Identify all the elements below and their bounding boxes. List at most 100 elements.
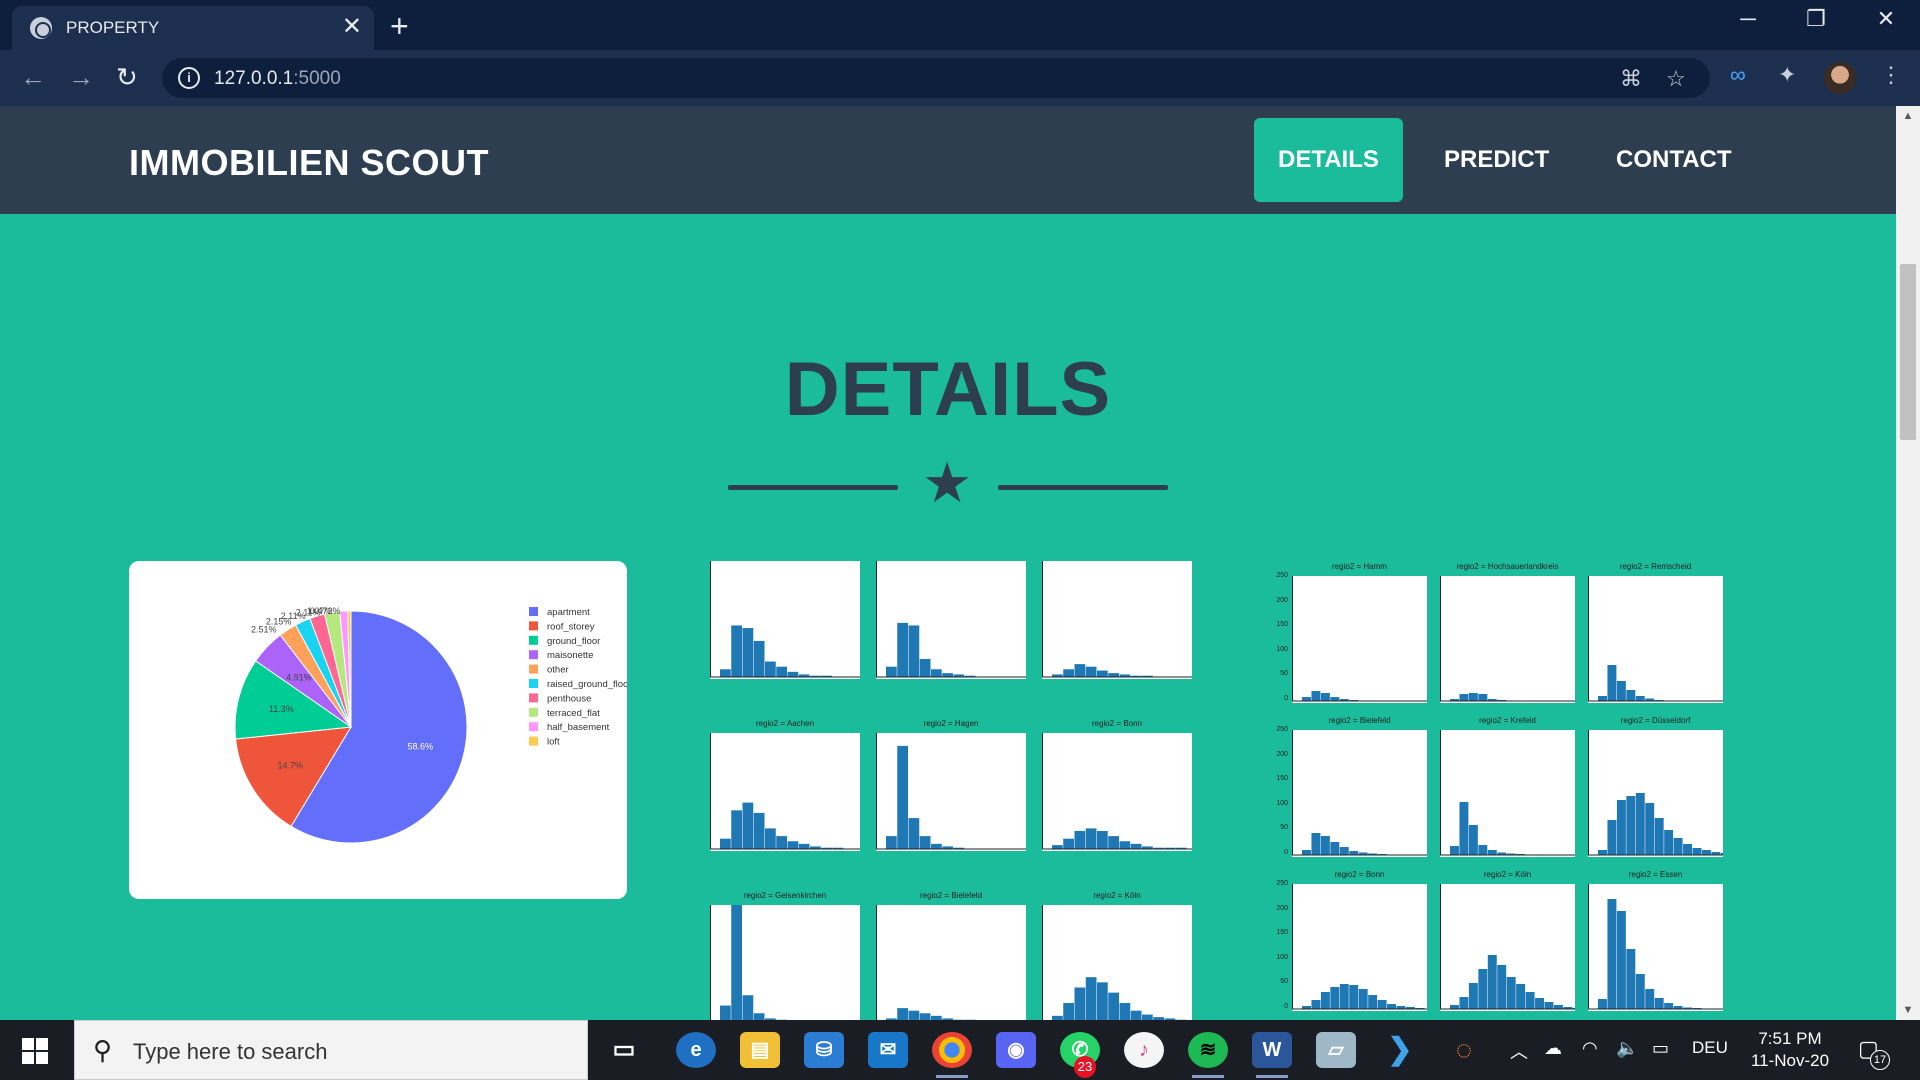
taskbar-search-input[interactable]: ⚲ Type here to search <box>74 1020 588 1080</box>
back-arrow-icon[interactable]: ← <box>20 62 46 93</box>
histogram-bar <box>1664 1003 1674 1009</box>
nav-contact[interactable]: CONTACT <box>1592 118 1756 202</box>
language-indicator[interactable]: DEU <box>1692 1038 1728 1058</box>
histogram-bar <box>886 836 897 849</box>
profile-avatar[interactable] <box>1824 62 1856 94</box>
histogram-bar <box>1302 697 1311 701</box>
histogram-bar <box>1377 1000 1387 1009</box>
histogram-bar <box>1074 830 1086 849</box>
legend-swatch <box>529 679 538 688</box>
legend-item-half_basement[interactable]: half_basement <box>547 722 610 733</box>
pie-label: 11.3% <box>269 704 294 714</box>
minimize-icon[interactable]: ─ <box>1718 6 1778 32</box>
edge-icon[interactable]: e <box>676 1032 716 1068</box>
browser-tab[interactable]: PROPERTY ✕ <box>12 6 374 50</box>
mail-icon[interactable]: ✉ <box>868 1032 908 1068</box>
bookmark-star-icon[interactable]: ☆ <box>1666 66 1686 92</box>
star-icon: ★ <box>922 451 973 514</box>
reload-icon[interactable]: ↻ <box>116 62 138 93</box>
histogram-ytick: 0 <box>1284 849 1288 856</box>
nav-details[interactable]: DETAILS <box>1254 118 1403 202</box>
page-scrollbar[interactable]: ▲ ▼ <box>1896 106 1920 1020</box>
spotify-icon[interactable]: ≋ <box>1188 1032 1228 1078</box>
close-window-icon[interactable]: ✕ <box>1856 6 1916 32</box>
legend-item-loft[interactable]: loft <box>547 737 560 748</box>
jupyter-icon[interactable]: ◌ <box>1444 1032 1484 1068</box>
histogram-panel-title: regio2 = Gelsenkirchen <box>743 891 827 900</box>
histogram-panel: regio2 = Köln <box>1440 870 1575 1011</box>
store-icon[interactable]: ⛁ <box>804 1032 844 1068</box>
taskbar-clock[interactable]: 7:51 PM 11-Nov-20 <box>1740 1028 1840 1072</box>
histogram-bar <box>720 1005 731 1020</box>
histogram-bar <box>1654 998 1664 1009</box>
histogram-bar <box>1692 848 1702 855</box>
site-brand[interactable]: IMMOBILIEN SCOUT <box>129 142 489 184</box>
histogram-bar <box>1645 803 1655 855</box>
histogram-bar <box>1598 999 1607 1009</box>
file-explorer-icon[interactable]: ▤ <box>740 1032 780 1068</box>
vscode-icon[interactable]: ❯ <box>1380 1032 1420 1068</box>
histogram-ytick: 0 <box>1284 695 1288 702</box>
histogram-bar <box>1074 987 1086 1020</box>
legend-item-ground_floor[interactable]: ground_floor <box>547 636 600 647</box>
legend-item-terraced_flat[interactable]: terraced_flat <box>547 708 600 719</box>
divider-line-left <box>728 485 898 490</box>
extension-infinity-icon[interactable]: ∞ <box>1730 62 1746 88</box>
menu-kebab-icon[interactable]: ⋮ <box>1880 62 1902 88</box>
chrome-icon[interactable] <box>932 1032 972 1078</box>
histogram-bar <box>1487 955 1497 1009</box>
site-info-icon[interactable]: i <box>178 67 200 89</box>
scroll-down-icon[interactable]: ▼ <box>1896 1004 1920 1016</box>
close-tab-icon[interactable]: ✕ <box>342 12 362 41</box>
legend-item-maisonette[interactable]: maisonette <box>547 650 593 661</box>
histogram-bar <box>1544 1002 1554 1009</box>
histogram-bar <box>787 841 799 849</box>
histogram-bar <box>1320 992 1330 1009</box>
address-bar[interactable]: i 127.0.0.1:5000 ⌘ ☆ <box>162 58 1710 98</box>
itunes-icon[interactable]: ♪ <box>1124 1032 1164 1068</box>
windows-start-icon[interactable] <box>22 1038 48 1064</box>
action-center-icon[interactable]: ▢ 17 <box>1858 1036 1890 1070</box>
legend-item-apartment[interactable]: apartment <box>547 607 590 618</box>
nav-predict[interactable]: PREDICT <box>1420 118 1573 202</box>
histogram-bar <box>742 802 754 849</box>
extensions-puzzle-icon[interactable]: ✦ <box>1778 62 1796 88</box>
histogram-bar <box>1330 987 1340 1009</box>
histogram-bar <box>720 838 731 849</box>
histogram-panel: regio2 = Bielefeld <box>876 891 1026 1020</box>
new-tab-button[interactable]: + <box>390 8 409 45</box>
task-view-icon[interactable]: ▭ <box>604 1032 644 1068</box>
histogram-panel: regio2 = Köln <box>1042 891 1192 1020</box>
word-icon[interactable]: W <box>1252 1032 1292 1078</box>
volume-icon[interactable]: 🔈 <box>1616 1038 1638 1059</box>
browser-toolbar: ← → ↻ i 127.0.0.1:5000 ⌘ ☆ <box>0 50 1920 106</box>
clock-date: 11-Nov-20 <box>1750 1051 1830 1070</box>
legend-item-raised_ground_floor[interactable]: raised_ground_floor <box>547 679 627 690</box>
histogram-ytick: 250 <box>1276 726 1288 733</box>
scroll-up-icon[interactable]: ▲ <box>1896 110 1920 122</box>
discord-icon[interactable]: ◉ <box>996 1032 1036 1068</box>
histogram-bar <box>1626 796 1636 855</box>
histogram-bar <box>765 661 776 677</box>
histogram-bar <box>942 673 953 677</box>
histogram-bar <box>1311 833 1321 855</box>
onedrive-cloud-icon[interactable]: ☁ <box>1544 1038 1562 1059</box>
search-icon: ⚲ <box>93 1035 113 1065</box>
histogram-ytick: 50 <box>1280 978 1288 986</box>
windows-taskbar: ⚲ Type here to search ▭ e ▤ ⛁ ✉ ◉ ✆ 23 ♪… <box>0 1020 1920 1080</box>
battery-icon[interactable]: ▭ <box>1652 1038 1669 1059</box>
page-viewport: IMMOBILIEN SCOUT DETAILS PREDICT CONTACT… <box>0 106 1896 1020</box>
histogram-bar <box>897 745 908 849</box>
translate-icon[interactable]: ⌘ <box>1620 66 1642 92</box>
app-paper-icon[interactable]: ▱ <box>1316 1032 1356 1068</box>
tray-chevron-up-icon[interactable]: ︿ <box>1510 1038 1528 1064</box>
legend-item-roof_storey[interactable]: roof_storey <box>547 621 595 632</box>
scrollbar-thumb[interactable] <box>1900 264 1916 440</box>
wifi-icon[interactable]: ◠ <box>1582 1038 1598 1059</box>
restore-icon[interactable]: ❐ <box>1786 6 1846 32</box>
histogram-bar <box>1108 836 1119 849</box>
histogram-bar <box>1119 1002 1131 1020</box>
legend-item-penthouse[interactable]: penthouse <box>547 693 591 704</box>
legend-item-other[interactable]: other <box>547 665 569 676</box>
forward-arrow-icon[interactable]: → <box>68 62 94 93</box>
